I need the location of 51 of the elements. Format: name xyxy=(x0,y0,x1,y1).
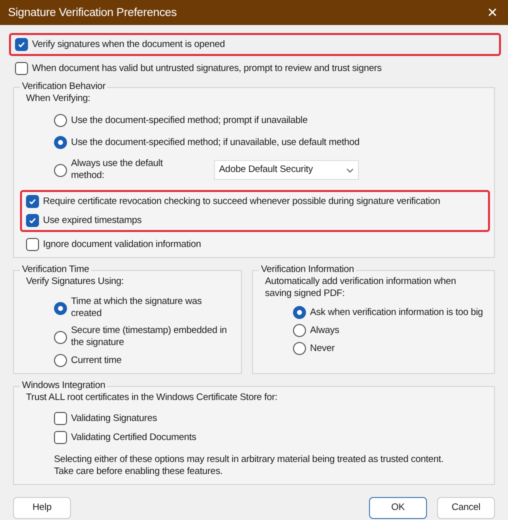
group-subtitle: Verify Signatures Using: xyxy=(25,276,125,288)
radio-button[interactable] xyxy=(293,306,306,319)
checkmark-icon xyxy=(28,197,37,206)
radio-label: Use the document-specified method; prompt if unavailable xyxy=(71,114,308,126)
dialog-button[interactable]: Help xyxy=(13,497,71,519)
checkmark-icon xyxy=(28,216,37,225)
dialog-button[interactable]: OK xyxy=(369,497,427,519)
group-title: Verification Information xyxy=(260,264,356,276)
radio-button[interactable] xyxy=(54,302,67,314)
group-subtitle: Automatically add verification information when saving signed PDF: xyxy=(264,276,457,300)
checkbox-label: Ignore document validation information xyxy=(43,238,202,250)
checkbox-label: When document has valid but untrusted signatures, prompt to review and trust signers xyxy=(32,62,382,74)
radio-button[interactable] xyxy=(54,354,67,367)
radio-label: Time at which the signature was created xyxy=(71,296,203,320)
checkmark-icon xyxy=(17,40,26,49)
group-subtitle: When Verifying: xyxy=(25,93,92,105)
checkbox-label: Validating Certified Documents xyxy=(71,432,196,444)
radio-label: Current time xyxy=(71,354,122,366)
default-method-dropdown[interactable]: Adobe Default Security xyxy=(214,160,359,180)
radio-label: Always use the default method: xyxy=(71,158,164,182)
radio-button[interactable] xyxy=(293,324,306,337)
checkbox[interactable] xyxy=(26,238,39,251)
checkbox-label: Validating Signatures xyxy=(71,412,157,424)
radio-button[interactable] xyxy=(54,114,67,127)
group-title: Verification Time xyxy=(21,264,90,276)
window-title: Signature Verification Preferences xyxy=(8,6,177,18)
radio-label: Always xyxy=(310,324,340,336)
radio-button[interactable] xyxy=(293,342,306,355)
radio-label: Use the document-specified method; if unavailable, use default method xyxy=(71,136,360,148)
radio-button[interactable] xyxy=(54,330,67,344)
checkbox[interactable] xyxy=(26,195,39,208)
checkbox[interactable] xyxy=(54,412,67,425)
dialog-button[interactable]: Cancel xyxy=(437,497,495,519)
radio-label: Never xyxy=(310,342,335,354)
radio-label: Secure time (timestamp) embedded in the signature xyxy=(71,325,228,349)
radio-label: Ask when verification information is too big xyxy=(310,306,483,318)
checkbox-label: Require certificate revocation checking to succeed whenever possible during signature verification xyxy=(43,196,440,208)
close-button[interactable]: ✕ xyxy=(487,6,498,18)
checkbox-label: Verify signatures when the document is opened xyxy=(32,38,225,50)
group-title: Verification Behavior xyxy=(21,81,106,93)
checkbox[interactable] xyxy=(54,431,67,444)
warning-text: Selecting either of these options may result in arbitrary material being treated as trusted content. Take care before enabling these features. xyxy=(53,454,444,478)
checkbox[interactable] xyxy=(26,214,39,227)
group-title: Windows Integration xyxy=(21,380,106,392)
checkbox[interactable] xyxy=(15,38,28,51)
group-subtitle: Trust ALL root certificates in the Windows Certificate Store for: xyxy=(25,392,278,404)
radio-button[interactable] xyxy=(54,136,67,149)
chevron-down-icon xyxy=(346,168,354,172)
radio-button[interactable] xyxy=(54,164,67,176)
checkbox[interactable] xyxy=(15,62,28,75)
checkbox-label: Use expired timestamps xyxy=(43,214,142,226)
